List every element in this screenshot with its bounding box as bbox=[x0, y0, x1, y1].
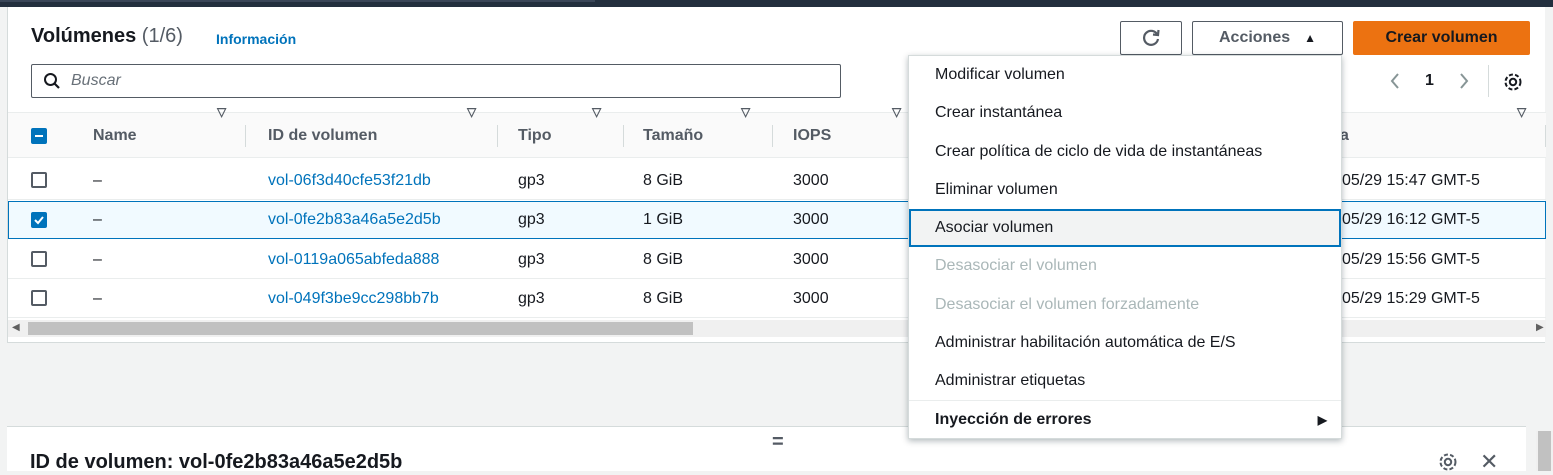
pagination: 1 bbox=[1383, 69, 1476, 93]
search-bar[interactable] bbox=[31, 64, 841, 98]
menu-item-create-lifecycle-policy[interactable]: Crear política de ciclo de vida de insta… bbox=[909, 133, 1341, 171]
column-header-name[interactable]: Name bbox=[93, 113, 137, 159]
menu-item-force-detach-volume: Desasociar el volumen forzadamente bbox=[909, 286, 1341, 324]
refresh-button[interactable] bbox=[1120, 21, 1182, 55]
cell-created: 05/29 16:12 GMT-5 bbox=[1342, 211, 1480, 228]
row-checkbox[interactable] bbox=[31, 290, 47, 306]
cell-type: gp3 bbox=[518, 211, 545, 228]
cell-name: – bbox=[93, 289, 102, 307]
search-input[interactable] bbox=[71, 72, 771, 90]
gear-icon[interactable] bbox=[1502, 71, 1524, 93]
scroll-left-icon[interactable]: ◀ bbox=[12, 322, 20, 333]
cell-volume-id-link[interactable]: vol-06f3d40cfe53f21db bbox=[268, 161, 431, 200]
scrollbar-thumb[interactable] bbox=[28, 322, 693, 335]
menu-item-label: Crear política de ciclo de vida de insta… bbox=[935, 143, 1263, 160]
column-header-label: Tamaño bbox=[643, 127, 704, 144]
menu-item-label: Crear instantánea bbox=[935, 104, 1063, 121]
cell-name: – bbox=[93, 250, 102, 268]
cell-type: gp3 bbox=[518, 171, 545, 189]
column-divider bbox=[772, 125, 773, 147]
top-bar-accent bbox=[0, 0, 595, 2]
top-navigation-bar bbox=[0, 0, 1553, 7]
cell-size: 1 GiB bbox=[643, 211, 684, 228]
gear-icon[interactable] bbox=[1437, 451, 1459, 473]
cell-created: 05/29 15:47 GMT-5 bbox=[1342, 171, 1480, 189]
cell-volume-id-link[interactable]: vol-0fe2b83a46a5e2d5b bbox=[268, 202, 441, 238]
info-link[interactable]: Información bbox=[216, 31, 296, 47]
cell-name: – bbox=[93, 171, 102, 189]
column-divider bbox=[245, 125, 246, 147]
column-divider bbox=[1545, 125, 1546, 147]
column-header-label: Tipo bbox=[518, 127, 552, 144]
menu-item-label: Desasociar el volumen forzadamente bbox=[935, 296, 1200, 313]
menu-item-modify-volume[interactable]: Modificar volumen bbox=[909, 56, 1341, 94]
column-header-volume-id[interactable]: ID de volumen bbox=[268, 113, 377, 159]
column-header-label: Name bbox=[93, 127, 137, 144]
caret-right-icon: ▶ bbox=[1317, 412, 1327, 427]
row-checkbox[interactable] bbox=[31, 172, 47, 188]
menu-item-label: Administrar habilitación automática de E… bbox=[935, 334, 1236, 351]
column-header-label: ID de volumen bbox=[268, 127, 378, 144]
menu-item-fault-injection[interactable]: Inyección de errores ▶ bbox=[909, 400, 1341, 438]
actions-dropdown-menu: Modificar volumen Crear instantánea Crea… bbox=[908, 55, 1342, 439]
row-checkbox-checked[interactable] bbox=[31, 212, 47, 228]
cell-type: gp3 bbox=[518, 289, 545, 307]
close-icon[interactable]: ✕ bbox=[1480, 449, 1498, 475]
cell-iops: 3000 bbox=[793, 289, 829, 307]
menu-item-manage-auto-enable-io[interactable]: Administrar habilitación automática de E… bbox=[909, 324, 1341, 362]
chevron-left-icon[interactable] bbox=[1383, 69, 1407, 93]
menu-item-manage-tags[interactable]: Administrar etiquetas bbox=[909, 362, 1341, 400]
actions-button[interactable]: Acciones ▲ bbox=[1192, 21, 1343, 55]
cell-iops: 3000 bbox=[793, 171, 829, 189]
actions-button-label: Acciones bbox=[1218, 29, 1291, 46]
column-header-type[interactable]: Tipo bbox=[518, 113, 551, 159]
selection-count: (1/6) bbox=[141, 25, 183, 47]
scrollbar-thumb[interactable] bbox=[1538, 431, 1551, 471]
menu-item-create-snapshot[interactable]: Crear instantánea bbox=[909, 94, 1341, 132]
menu-item-label: Desasociar el volumen bbox=[935, 257, 1097, 274]
cell-size: 8 GiB bbox=[643, 171, 684, 189]
column-header-iops[interactable]: IOPS bbox=[793, 113, 831, 159]
menu-item-delete-volume[interactable]: Eliminar volumen bbox=[909, 171, 1341, 209]
column-divider bbox=[497, 125, 498, 147]
menu-item-label: Inyección de errores bbox=[935, 410, 1092, 428]
menu-item-label: Administrar etiquetas bbox=[935, 372, 1086, 389]
create-volume-button[interactable]: Crear volumen bbox=[1353, 21, 1530, 55]
menu-item-detach-volume: Desasociar el volumen bbox=[909, 247, 1341, 285]
cell-size: 8 GiB bbox=[643, 250, 684, 268]
menu-item-label: Modificar volumen bbox=[935, 66, 1065, 83]
cell-created: 05/29 15:56 GMT-5 bbox=[1342, 250, 1480, 268]
page-title-text: Volúmenes bbox=[31, 25, 137, 47]
cell-type: gp3 bbox=[518, 250, 545, 268]
cell-volume-id-link[interactable]: vol-0119a065abfeda888 bbox=[268, 240, 439, 279]
cell-volume-id-link[interactable]: vol-049f3be9cc298bb7b bbox=[268, 279, 439, 318]
row-checkbox[interactable] bbox=[31, 251, 47, 267]
menu-item-label: Asociar volumen bbox=[935, 219, 1054, 236]
cell-created: 05/29 15:29 GMT-5 bbox=[1342, 289, 1480, 307]
cell-iops: 3000 bbox=[793, 250, 829, 268]
cell-name: – bbox=[93, 211, 102, 228]
resize-handle-icon[interactable]: = bbox=[772, 431, 784, 454]
column-header-label: IOPS bbox=[793, 127, 832, 144]
pagination-divider bbox=[1488, 65, 1489, 97]
menu-item-label: Eliminar volumen bbox=[935, 181, 1058, 198]
search-icon bbox=[44, 73, 60, 89]
column-header-size[interactable]: Tamaño bbox=[643, 113, 703, 159]
checkmark-icon bbox=[34, 216, 44, 225]
cell-iops: 3000 bbox=[793, 211, 829, 228]
column-divider bbox=[623, 125, 624, 147]
cell-size: 8 GiB bbox=[643, 289, 684, 307]
select-all-checkbox[interactable] bbox=[31, 128, 47, 144]
vertical-scrollbar[interactable] bbox=[1536, 431, 1553, 471]
refresh-icon bbox=[1143, 29, 1160, 46]
menu-item-attach-volume[interactable]: Asociar volumen bbox=[909, 209, 1341, 247]
page-title: Volúmenes (1/6) bbox=[31, 25, 183, 48]
page-number[interactable]: 1 bbox=[1425, 72, 1434, 90]
caret-up-icon: ▲ bbox=[1304, 31, 1317, 45]
chevron-right-icon[interactable] bbox=[1452, 69, 1476, 93]
scroll-right-icon[interactable]: ▶ bbox=[1536, 322, 1544, 333]
